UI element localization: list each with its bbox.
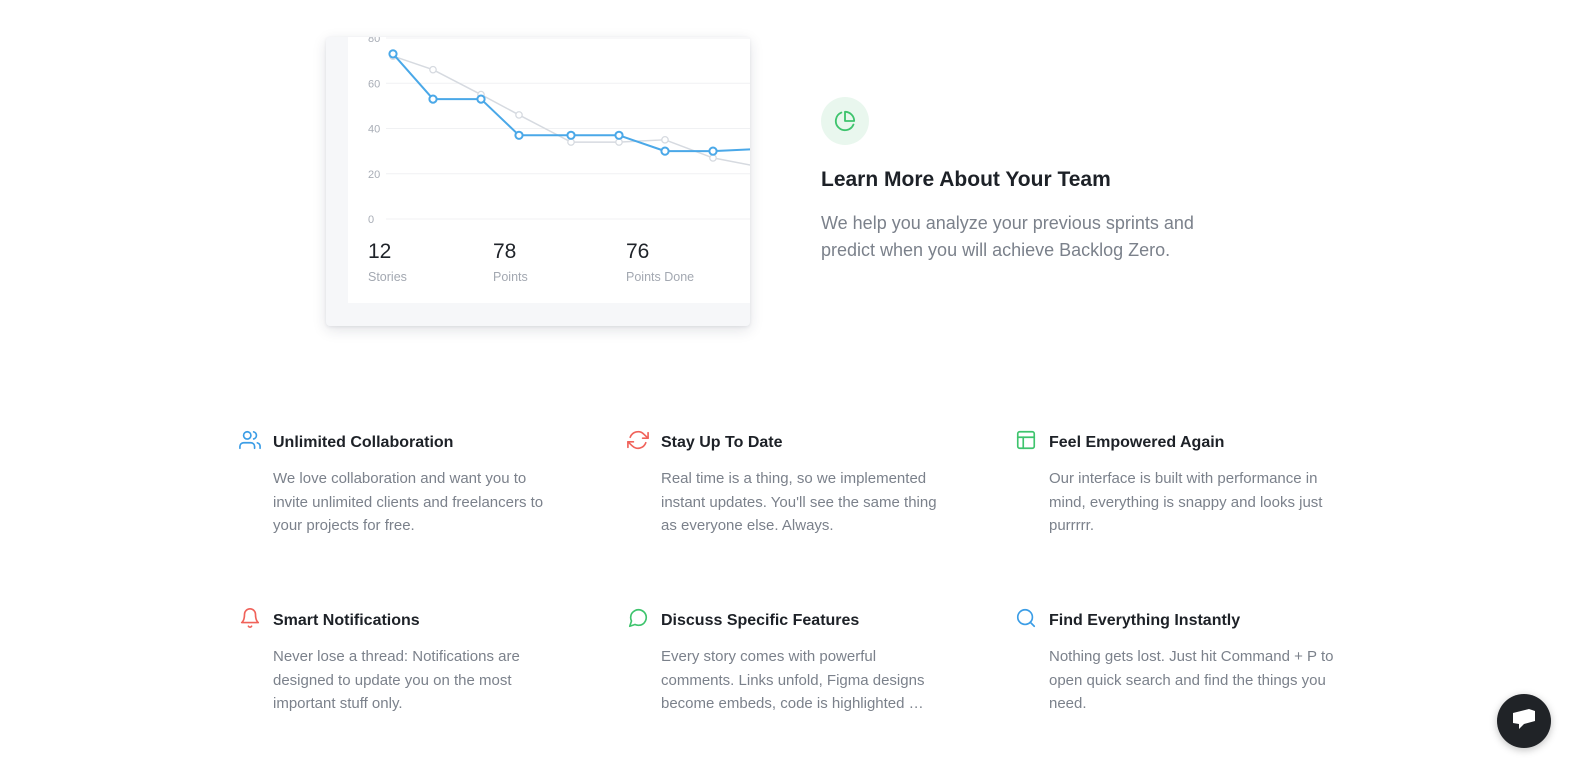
data-point: [429, 65, 437, 74]
feature-description: We love collaboration and want you to in…: [273, 470, 544, 534]
data-point: [514, 130, 524, 140]
y-tick-label: 0: [368, 214, 374, 226]
y-tick-label: 60: [368, 78, 380, 90]
data-point: [708, 146, 718, 156]
data-point: [515, 111, 523, 119]
layout-icon: [1015, 429, 1037, 451]
feature-title: Find Everything Instantly: [1049, 612, 1241, 629]
stat-stories: 12 Stories: [368, 240, 407, 284]
data-point: [476, 94, 486, 104]
stat-value: 12: [368, 240, 392, 263]
feature-title: Feel Empowered Again: [1049, 434, 1225, 451]
feature-description: Our interface is built with performance …: [1049, 470, 1323, 534]
stat-points: 78 Points: [493, 240, 528, 284]
feature-title: Stay Up To Date: [661, 434, 783, 451]
section-title: Learn More About Your Team: [821, 168, 1111, 191]
feature-description: Never lose a thread: Notifications are d…: [273, 648, 520, 712]
users-icon: [239, 429, 261, 451]
feature-description: Every story comes with powerful comments…: [661, 648, 925, 712]
data-point: [428, 94, 438, 104]
y-tick-label: 40: [368, 124, 380, 136]
stat-points-done: 76 Points Done: [626, 240, 694, 284]
feature-title: Unlimited Collaboration: [273, 434, 454, 451]
data-point: [566, 130, 576, 140]
stat-label: Points Done: [626, 270, 695, 284]
section-description: We help you analyze your previous sprint…: [821, 213, 1194, 260]
chat-icon: [1510, 706, 1538, 737]
stat-value: 78: [493, 240, 517, 263]
data-point: [660, 146, 670, 156]
search-icon: [1015, 607, 1037, 629]
data-point: [614, 130, 624, 140]
feature-description: Real time is a thing, so we implemented …: [661, 470, 937, 534]
stat-label: Stories: [368, 270, 407, 284]
y-tick-label: 80: [368, 37, 380, 45]
feature-title: Discuss Specific Features: [661, 612, 860, 629]
pie-chart-icon: [821, 97, 869, 145]
feature-title: Smart Notifications: [273, 612, 420, 629]
stat-value: 76: [626, 240, 650, 263]
stat-label: Points: [493, 270, 528, 284]
message-circle-icon: [627, 607, 649, 629]
y-tick-label: 20: [368, 169, 380, 181]
data-point: [661, 135, 669, 144]
refresh-icon: [627, 429, 649, 451]
data-point: [388, 49, 398, 59]
feature-description: Nothing gets lost. Just hit Command + P …: [1049, 648, 1334, 712]
sprint-chart-card: 0 20 40 60 80 12 Stories 78 Points 76 Points…: [326, 37, 750, 326]
bell-icon: [239, 607, 261, 629]
chat-launcher-button[interactable]: [1497, 694, 1551, 748]
chart-panel: 0 20 40 60 80 12 Stories 78 Points 76 Points…: [348, 37, 750, 303]
